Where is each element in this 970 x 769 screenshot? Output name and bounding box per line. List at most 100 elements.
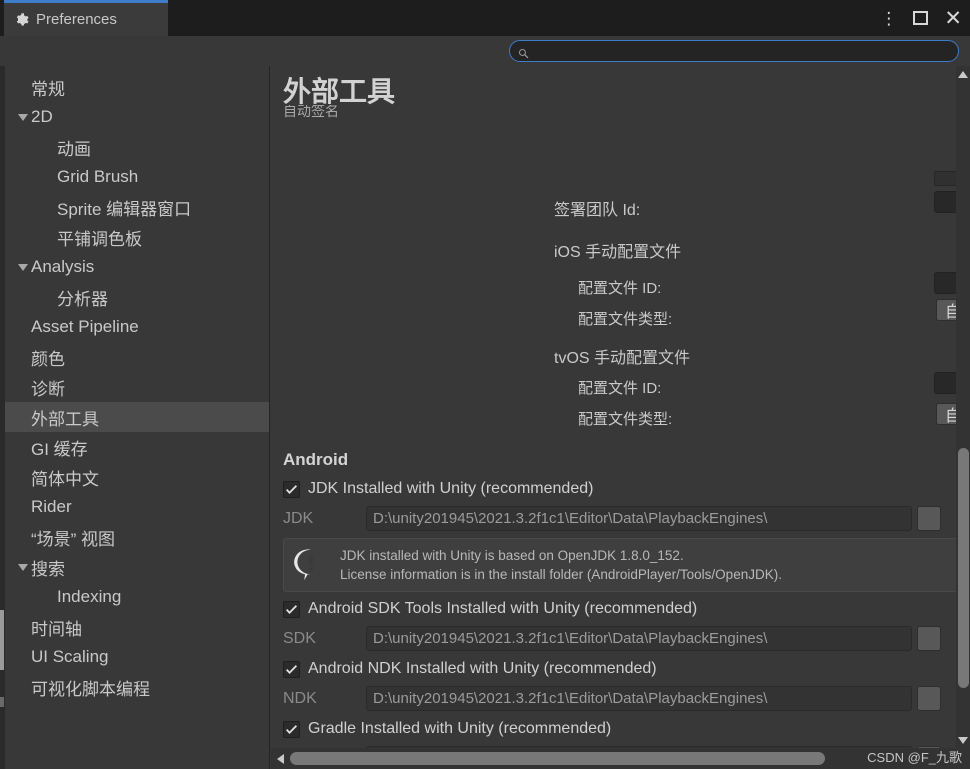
sidebar-item-label: UI Scaling [31,647,109,666]
sidebar-item[interactable]: 可视化脚本编程 [5,672,269,702]
sidebar-item-label: 诊断 [31,379,65,399]
search-row [0,36,970,66]
watermark: CSDN @F_九歌 [867,750,962,765]
ndk-path-input[interactable]: D:\unity201945\2021.3.2f1c1\Editor\Data\… [366,686,912,711]
sidebar-item-label: 颜色 [31,349,65,369]
sdk-checkbox-row[interactable]: Android SDK Tools Installed with Unity (… [283,600,697,618]
sidebar-item-label: Asset Pipeline [31,317,139,336]
checkmark-icon[interactable] [283,720,300,738]
sidebar-item[interactable]: 动画 [5,132,269,162]
jdk-checkbox-label: JDK Installed with Unity (recommended) [308,480,594,497]
sidebar-item[interactable]: 诊断 [5,372,269,402]
sdk-path-browse-button[interactable] [917,626,941,651]
search-input[interactable] [534,44,934,58]
sidebar-item[interactable]: 分析器 [5,282,269,312]
ios-section-label: iOS 手动配置文件 [554,244,682,261]
sidebar-item-label: Indexing [57,587,122,606]
android-heading: Android [283,450,349,469]
ndk-path-label: NDK [283,690,317,707]
close-icon[interactable]: ✕ [944,8,962,29]
sidebar-item-label: Rider [31,497,72,516]
sidebar-item-label: Sprite 编辑器窗口 [57,199,192,219]
maximize-icon[interactable] [913,11,929,25]
checkmark-icon[interactable] [283,480,300,498]
info-exclamation-icon [294,548,328,582]
team-id-label: 签署团队 Id: [554,202,641,219]
sidebar-item[interactable]: UI Scaling [5,642,269,672]
sidebar-item-label: “场景” 视图 [31,529,116,549]
chevron-down-icon [15,113,31,121]
sidebar-item[interactable]: 平铺调色板 [5,222,269,252]
ndk-path-browse-button[interactable] [917,686,941,711]
jdk-info-box: JDK installed with Unity is based on Ope… [283,538,958,593]
tab-label: Preferences [36,11,117,28]
ndk-checkbox-label: Android NDK Installed with Unity (recomm… [308,660,657,677]
sidebar-item-label: Grid Brush [57,167,139,186]
gradle-checkbox-row[interactable]: Gradle Installed with Unity (recommended… [283,720,611,738]
checkmark-icon[interactable] [283,660,300,678]
sidebar-item[interactable]: 常规 [5,72,269,102]
jdk-info-line-2: License information is in the install fo… [340,567,782,583]
sidebar-item[interactable]: 时间轴 [5,612,269,642]
horizontal-scrollbar-thumb[interactable] [290,752,825,765]
auto-sign-label: 自动签名 [283,105,339,119]
vertical-scrollbar-thumb[interactable] [958,448,969,688]
sdk-path-input[interactable]: D:\unity201945\2021.3.2f1c1\Editor\Data\… [366,626,912,651]
scroll-left-arrow-icon[interactable] [273,748,287,769]
sidebar-item[interactable]: Sprite 编辑器窗口 [5,192,269,222]
tab-preferences[interactable]: Preferences [4,3,168,36]
sidebar-item[interactable]: 颜色 [5,342,269,372]
jdk-info-line-1: JDK installed with Unity is based on Ope… [340,548,684,563]
menu-icon[interactable]: ⋮ [880,10,897,27]
jdk-path-label: JDK [283,510,314,527]
sidebar-item-label: 外部工具 [31,409,99,429]
ndk-checkbox-row[interactable]: Android NDK Installed with Unity (recomm… [283,660,657,678]
search-box[interactable] [509,40,959,62]
preferences-window: Preferences ⋮ ✕ 常规 2D 动画 Grid Brush Sprite 编… [0,0,970,769]
sidebar-item[interactable]: Analysis [5,252,269,282]
scroll-down-arrow-icon[interactable] [956,732,970,748]
external-tools-panel: 外部工具 自动签名 签署团队 Id: iOS 手动配置文件 Browse 配置文… [271,66,970,769]
page-title: 外部工具 [283,76,396,107]
sidebar-item-label: 搜索 [31,559,65,579]
sidebar-item[interactable]: “场景” 视图 [5,522,269,552]
sidebar-item-label: 常规 [31,79,65,99]
sidebar-item[interactable]: Asset Pipeline [5,312,269,342]
gear-icon [15,12,29,27]
horizontal-scrollbar[interactable]: CSDN @F_九歌 [271,748,970,769]
sidebar-item-label: 动画 [57,139,91,159]
checkmark-icon[interactable] [283,600,300,618]
sidebar-item-label: 时间轴 [31,619,82,639]
sidebar-item[interactable]: 搜索 [5,552,269,582]
gradle-checkbox-label: Gradle Installed with Unity (recommended… [308,720,612,737]
scroll-up-arrow-icon[interactable] [956,66,970,82]
sdk-checkbox-label: Android SDK Tools Installed with Unity (… [308,600,698,617]
ios-profile-type-label: 配置文件类型: [578,311,673,328]
sidebar-item[interactable]: Indexing [5,582,269,612]
sidebar-item-label: Analysis [31,257,95,276]
chevron-down-icon [15,563,31,571]
sidebar-item[interactable]: GI 缓存 [5,432,269,462]
sidebar-item[interactable]: 简体中文 [5,462,269,492]
sidebar-item[interactable]: Rider [5,492,269,522]
vertical-scrollbar[interactable] [956,66,970,748]
sidebar-item-label: 分析器 [57,289,108,309]
sidebar-item[interactable]: 2D [5,102,269,132]
jdk-info-text: JDK installed with Unity is based on Ope… [340,546,782,584]
tvos-section-label: tvOS 手动配置文件 [554,350,691,367]
title-bar: Preferences ⋮ ✕ [0,0,970,36]
auto-sign-label-clip: 自动签名 [283,105,583,119]
jdk-checkbox-row[interactable]: JDK Installed with Unity (recommended) [283,480,593,498]
sidebar-item-label: GI 缓存 [31,439,88,459]
jdk-path-input[interactable]: D:\unity201945\2021.3.2f1c1\Editor\Data\… [366,506,912,531]
tvos-profile-type-label: 配置文件类型: [578,411,673,428]
sidebar-item-label: 可视化脚本编程 [31,679,150,699]
chevron-down-icon [15,263,31,271]
jdk-path-browse-button[interactable] [917,506,941,531]
sidebar-item[interactable]: 外部工具 [5,402,269,432]
sidebar-item[interactable]: Grid Brush [5,162,269,192]
background-window-sliver [0,610,4,670]
settings-tree[interactable]: 常规 2D 动画 Grid Brush Sprite 编辑器窗口平铺调色板 Analysi… [5,66,270,769]
window-controls: ⋮ ✕ [880,0,962,36]
search-icon [518,46,529,58]
